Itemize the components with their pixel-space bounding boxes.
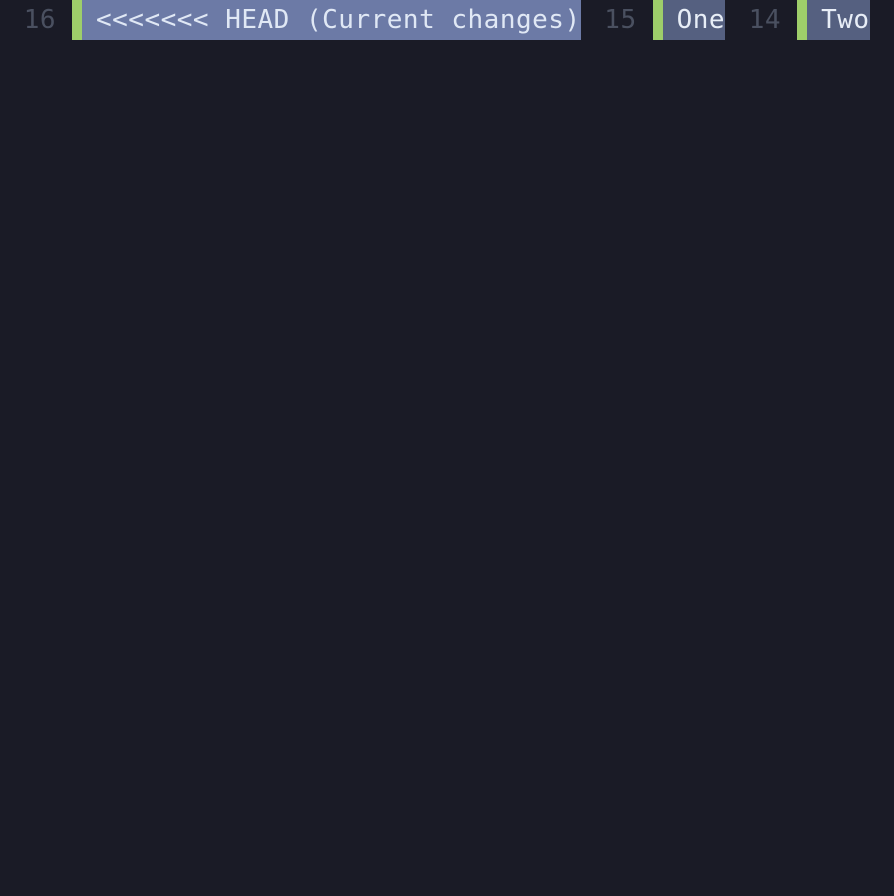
line-number: 16 xyxy=(0,0,72,40)
code-line[interactable]: 15One xyxy=(581,0,725,40)
code-editor[interactable]: 16<<<<<<< HEAD (Current changes)15One14T… xyxy=(0,0,894,896)
code-content[interactable]: <<<<<<< HEAD (Current changes) xyxy=(82,0,581,40)
code-content[interactable]: Two xyxy=(807,0,869,40)
change-bar xyxy=(797,0,807,40)
change-bar xyxy=(72,0,82,40)
line-number: 13 xyxy=(870,0,894,40)
line-number: 14 xyxy=(725,0,797,40)
code-line[interactable]: 14Two xyxy=(725,0,869,40)
change-bar xyxy=(653,0,663,40)
code-content[interactable]: One xyxy=(663,0,725,40)
line-number: 15 xyxy=(581,0,653,40)
code-line[interactable]: 16<<<<<<< HEAD (Current changes) xyxy=(0,0,581,40)
code-line[interactable]: 13Three xyxy=(870,0,894,40)
